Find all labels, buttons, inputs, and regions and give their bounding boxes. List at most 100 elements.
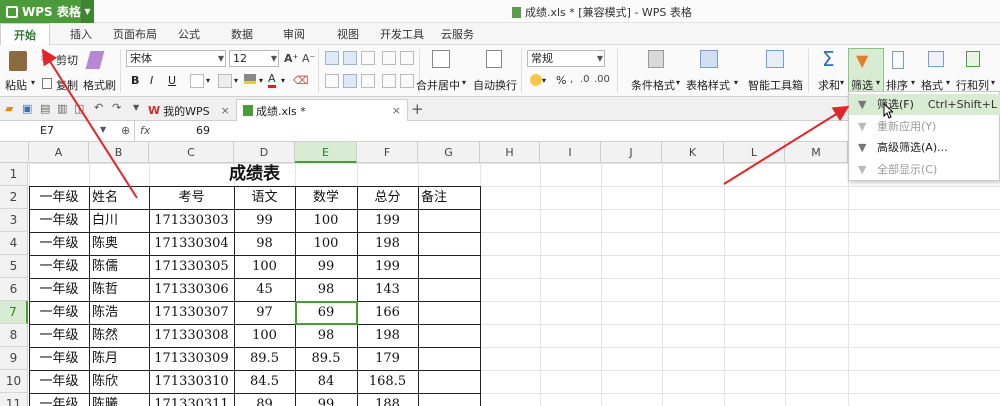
table-cell[interactable]: 98: [298, 324, 354, 347]
justify-icon[interactable]: [382, 74, 396, 88]
row-header[interactable]: 9: [0, 347, 28, 370]
select-all-corner[interactable]: [0, 142, 29, 163]
name-box[interactable]: E7: [0, 121, 135, 141]
fill-color-icon[interactable]: [244, 74, 256, 84]
header-cell[interactable]: 一年级: [32, 186, 86, 209]
close-icon[interactable]: ×: [221, 104, 230, 117]
table-cell[interactable]: 198: [360, 324, 415, 347]
tab-my-wps[interactable]: W 我的WPS ×: [148, 100, 236, 121]
merge-center-icon[interactable]: [432, 50, 450, 68]
clear-format-icon[interactable]: ⌫: [293, 74, 309, 87]
tab-file[interactable]: 成绩.xls * ×: [236, 99, 408, 121]
menu-insert[interactable]: 插入: [70, 26, 92, 42]
table-cell[interactable]: 一年级: [32, 324, 86, 347]
zoom-icon[interactable]: ⊕: [121, 124, 130, 137]
decrease-decimal-icon[interactable]: .00: [594, 74, 610, 85]
table-cell[interactable]: 171330309: [152, 347, 231, 370]
sigma-icon[interactable]: Σ: [822, 47, 835, 71]
save-icon[interactable]: ▣: [22, 102, 32, 115]
distributed-icon[interactable]: [400, 74, 414, 88]
table-cell[interactable]: 99: [298, 393, 354, 406]
menu-page-layout[interactable]: 页面布局: [113, 26, 157, 42]
shrink-font-icon[interactable]: A⁻: [302, 52, 315, 65]
font-size-select[interactable]: 12 ▼: [229, 50, 279, 67]
table-cell[interactable]: 100: [298, 209, 354, 232]
paste-button[interactable]: 粘贴: [5, 77, 27, 93]
table-cell[interactable]: 98: [298, 278, 354, 301]
header-cell[interactable]: 总分: [360, 186, 415, 209]
align-left-icon[interactable]: [325, 74, 339, 88]
header-cell[interactable]: 数学: [298, 186, 354, 209]
table-cell[interactable]: 陈曦: [92, 393, 146, 406]
paste-icon[interactable]: [9, 51, 27, 71]
table-cell[interactable]: 179: [360, 347, 415, 370]
table-cell[interactable]: 84: [298, 370, 354, 393]
font-color-icon[interactable]: A: [268, 73, 276, 88]
cut-button[interactable]: 剪切: [56, 52, 78, 68]
redo-icon[interactable]: ↷: [112, 101, 121, 114]
scissors-icon[interactable]: ✂: [41, 52, 50, 65]
table-cell[interactable]: 100: [298, 232, 354, 255]
table-cell[interactable]: 89.5: [298, 347, 354, 370]
column-header[interactable]: J: [601, 142, 662, 163]
table-cell[interactable]: 171330303: [152, 209, 231, 232]
column-header[interactable]: D: [234, 142, 295, 163]
table-style-button[interactable]: 表格样式: [686, 77, 730, 93]
menu-cloud[interactable]: 云服务: [441, 26, 474, 42]
chevron-down-icon[interactable]: ▾: [462, 78, 466, 87]
column-header[interactable]: A: [29, 142, 89, 163]
menu-data[interactable]: 数据: [231, 26, 253, 42]
column-header[interactable]: K: [662, 142, 724, 163]
chevron-down-icon[interactable]: ▾: [676, 78, 680, 87]
grow-font-icon[interactable]: A⁺: [284, 52, 298, 65]
header-cell[interactable]: 姓名: [92, 186, 146, 209]
table-cell[interactable]: 一年级: [32, 301, 86, 324]
chevron-down-icon[interactable]: ▼: [100, 125, 106, 134]
smart-toolbox-button[interactable]: 智能工具箱: [748, 77, 803, 93]
column-header[interactable]: E: [295, 142, 357, 163]
menu-review[interactable]: 审阅: [283, 26, 305, 42]
align-center-icon[interactable]: [343, 74, 357, 88]
menu-formula[interactable]: 公式: [178, 26, 200, 42]
rows-cols-icon[interactable]: [966, 51, 980, 67]
table-cell[interactable]: 171330311: [152, 393, 231, 406]
print-preview-icon[interactable]: ▤: [40, 102, 50, 115]
table-cell[interactable]: 89: [237, 393, 292, 406]
formula-input[interactable]: 69: [196, 124, 210, 137]
increase-decimal-icon[interactable]: .0: [580, 74, 590, 85]
header-cell[interactable]: 语文: [237, 186, 292, 209]
chevron-down-icon[interactable]: ▾: [234, 76, 238, 85]
menu-item-reapply[interactable]: ▼ 重新应用(Y): [849, 116, 1000, 137]
wrap-text-icon[interactable]: [486, 50, 502, 68]
row-header[interactable]: 3: [0, 209, 28, 232]
percent-button[interactable]: %: [556, 74, 566, 87]
row-header[interactable]: 2: [0, 186, 28, 209]
chevron-down-icon[interactable]: ▾: [31, 78, 35, 87]
number-format-select[interactable]: 常规 ▼: [527, 50, 605, 67]
column-header[interactable]: I: [540, 142, 601, 163]
row-header[interactable]: 10: [0, 370, 28, 393]
row-header[interactable]: 5: [0, 255, 28, 278]
row-header[interactable]: 11: [0, 393, 28, 406]
table-cell[interactable]: 陈欣: [92, 370, 146, 393]
chevron-down-icon[interactable]: ▾: [911, 78, 915, 87]
chevron-down-icon[interactable]: ▾: [840, 78, 844, 87]
table-cell[interactable]: 陈儒: [92, 255, 146, 278]
format-painter-button[interactable]: 格式刷: [83, 77, 116, 93]
table-cell[interactable]: 143: [360, 278, 415, 301]
table-style-icon[interactable]: [700, 50, 718, 68]
chevron-down-icon[interactable]: ▾: [946, 78, 950, 87]
export-pdf-icon[interactable]: ◫: [74, 102, 84, 115]
undo-icon[interactable]: ↶: [94, 101, 103, 114]
merge-center-button[interactable]: 合并居中: [416, 77, 460, 93]
table-cell[interactable]: 45: [237, 278, 292, 301]
column-header[interactable]: M: [785, 142, 848, 163]
selected-cell-outline[interactable]: [295, 301, 358, 325]
underline-button[interactable]: U: [168, 74, 176, 87]
row-header[interactable]: 6: [0, 278, 28, 301]
copy-icon[interactable]: [42, 78, 52, 89]
chevron-down-icon[interactable]: ▼: [81, 0, 94, 23]
chevron-down-icon[interactable]: ▼: [133, 103, 139, 112]
conditional-format-button[interactable]: 条件格式: [631, 77, 675, 93]
new-tab-button[interactable]: +: [411, 100, 424, 118]
